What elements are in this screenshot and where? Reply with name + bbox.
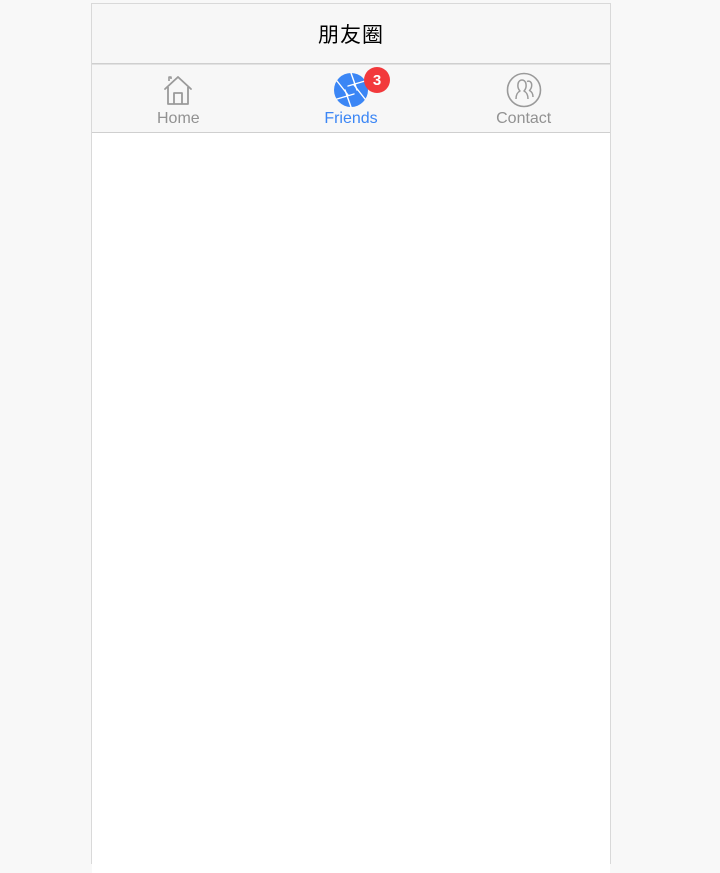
tab-friends[interactable]: 3 Friends [265,65,438,132]
tab-home-label: Home [156,110,200,127]
page-title: 朋友圈 [318,22,384,47]
phone-frame: 朋友圈 Home 3 Friends Contact [91,3,611,873]
home-icon [160,72,196,108]
tab-contact-label: Contact [496,110,552,127]
tab-home[interactable]: Home [92,65,265,132]
aperture-icon: 3 [333,67,390,108]
content-area [92,133,610,873]
contacts-icon [506,72,542,108]
notification-badge: 3 [364,67,390,93]
navigation-bar: 朋友圈 [92,4,610,64]
tab-friends-label: Friends [324,110,378,127]
tab-bar: Home 3 Friends Contact [92,64,610,133]
tab-contact[interactable]: Contact [437,65,610,132]
